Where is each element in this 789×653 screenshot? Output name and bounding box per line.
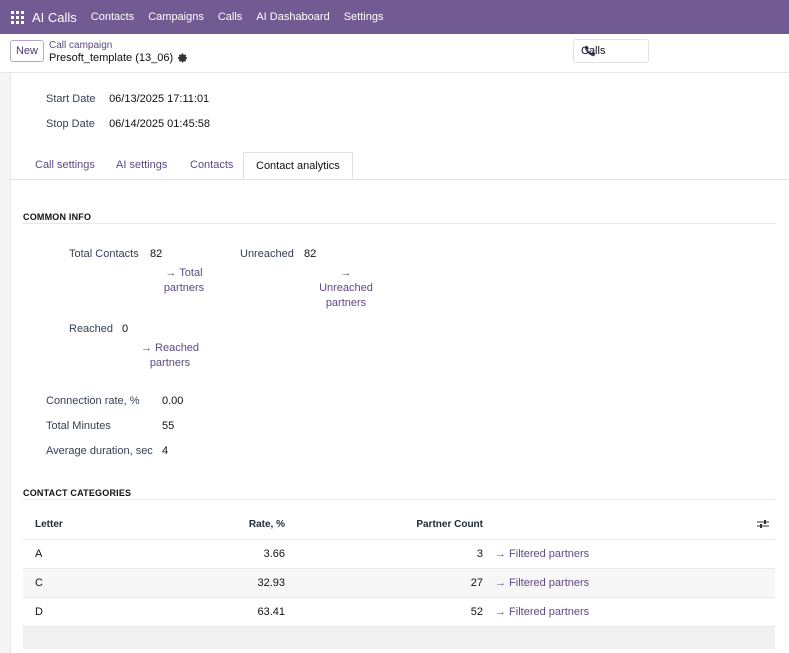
breadcrumb-current: Presoft_template (13_06) xyxy=(49,52,188,64)
total-partners-link[interactable]: → Total partners xyxy=(151,266,217,296)
tab-call-settings[interactable]: Call settings xyxy=(23,152,107,179)
filtered-partners-link[interactable]: → Filtered partners xyxy=(495,540,589,568)
menu-settings[interactable]: Settings xyxy=(344,11,384,23)
start-date-value[interactable]: 06/13/2025 17:11:01 xyxy=(109,93,209,105)
control-panel: New Call campaign Presoft_template (13_0… xyxy=(0,34,789,73)
cell-letter: A xyxy=(35,548,43,560)
avg-duration-value: 4 xyxy=(162,445,169,457)
total-partners-link-line1: → Total xyxy=(165,267,203,279)
tab-contact-analytics[interactable]: Contact analytics xyxy=(243,152,353,179)
total-contacts-value: 82 xyxy=(150,248,163,260)
filtered-partners-link[interactable]: → Filtered partners xyxy=(495,598,589,626)
connection-rate-value: 0.00 xyxy=(162,395,184,407)
cell-letter: D xyxy=(35,606,43,618)
common-info-divider xyxy=(23,223,775,224)
table-row[interactable]: A 3.66 3 → Filtered partners xyxy=(23,540,775,569)
column-partner-count[interactable]: Partner Count xyxy=(323,509,483,539)
stop-date-value[interactable]: 06/14/2025 01:45:58 xyxy=(109,118,210,130)
cell-partner-count: 27 xyxy=(470,577,483,589)
reached-value: 0 xyxy=(122,323,129,335)
filtered-partners-link[interactable]: → Filtered partners xyxy=(495,569,589,597)
apps-grid-icon[interactable] xyxy=(11,10,24,24)
gear-icon[interactable] xyxy=(178,53,188,63)
connection-rate-label: Connection rate, % xyxy=(46,395,140,407)
unreached-link-line3: partners xyxy=(325,297,367,309)
table-row[interactable]: C 32.93 27 → Filtered partners xyxy=(23,569,775,598)
total-minutes-value: 55 xyxy=(162,420,175,432)
stop-date-label: Stop Date xyxy=(46,118,95,130)
stop-date-row: Stop Date 06/14/2025 01:45:58 xyxy=(46,118,210,130)
main-menu: Contacts Campaigns Calls AI Dashaboard S… xyxy=(91,11,398,23)
start-date-label: Start Date xyxy=(46,93,96,105)
table-footer xyxy=(23,627,775,649)
app-brand[interactable]: AI Calls xyxy=(32,10,77,25)
menu-contacts[interactable]: Contacts xyxy=(91,11,134,23)
cell-rate: 63.41 xyxy=(257,606,285,618)
menu-campaigns[interactable]: Campaigns xyxy=(148,11,204,23)
record-name: Presoft_template (13_06) xyxy=(49,52,174,64)
tab-contacts[interactable]: Contacts xyxy=(178,152,245,179)
unreached-link-line2: Unreached xyxy=(319,282,373,294)
unreached-link-line1: → xyxy=(340,267,352,279)
menu-calls[interactable]: Calls xyxy=(218,11,242,23)
breadcrumb-parent[interactable]: Call campaign xyxy=(49,40,112,51)
reached-label: Reached xyxy=(69,323,114,335)
total-minutes-label: Total Minutes xyxy=(46,420,111,432)
total-contacts-label: Total Contacts xyxy=(69,248,139,260)
unreached-label: Unreached xyxy=(240,248,294,260)
tab-ai-settings[interactable]: AI settings xyxy=(104,152,179,179)
contact-categories-divider xyxy=(23,499,775,500)
new-button[interactable]: New xyxy=(10,40,44,62)
categories-table: Letter Rate, % Partner Count A 3.66 3 → … xyxy=(23,509,775,649)
unreached-partners-link[interactable]: → Unreached partners xyxy=(311,266,381,311)
contact-categories-title: CONTACT CATEGORIES xyxy=(23,488,132,498)
table-row[interactable]: D 63.41 52 → Filtered partners xyxy=(23,598,775,627)
column-letter[interactable]: Letter xyxy=(35,509,63,539)
unreached-value: 82 xyxy=(304,248,317,260)
avg-duration-label: Average duration, sec xyxy=(46,445,153,457)
calls-button-label: Calls xyxy=(581,45,606,57)
total-partners-link-line2: partners xyxy=(163,282,205,294)
reached-link-line2: partners xyxy=(149,357,191,369)
menu-ai-dashboard[interactable]: AI Dashaboard xyxy=(256,11,329,23)
cell-partner-count: 52 xyxy=(470,606,483,618)
column-rate[interactable]: Rate, % xyxy=(173,509,285,539)
calls-smart-button[interactable]: Calls xyxy=(573,39,649,63)
reached-partners-link[interactable]: → Reached partners xyxy=(135,341,205,371)
cell-rate: 32.93 xyxy=(257,577,285,589)
table-header: Letter Rate, % Partner Count xyxy=(23,509,775,540)
cell-letter: C xyxy=(35,577,43,589)
common-info-title: COMMON INFO xyxy=(23,212,92,222)
reached-link-line1: → Reached xyxy=(140,342,200,354)
cell-rate: 3.66 xyxy=(263,548,285,560)
cell-partner-count: 3 xyxy=(476,548,483,560)
start-date-row: Start Date 06/13/2025 17:11:01 xyxy=(46,93,209,105)
top-navbar: AI Calls Contacts Campaigns Calls AI Das… xyxy=(0,0,789,34)
notebook-tabs: Call settings AI settings Contacts Conta… xyxy=(11,152,789,180)
sliders-icon xyxy=(757,520,769,528)
form-sheet: Start Date 06/13/2025 17:11:01 Stop Date… xyxy=(10,73,789,653)
optional-columns-icon[interactable] xyxy=(757,509,769,539)
